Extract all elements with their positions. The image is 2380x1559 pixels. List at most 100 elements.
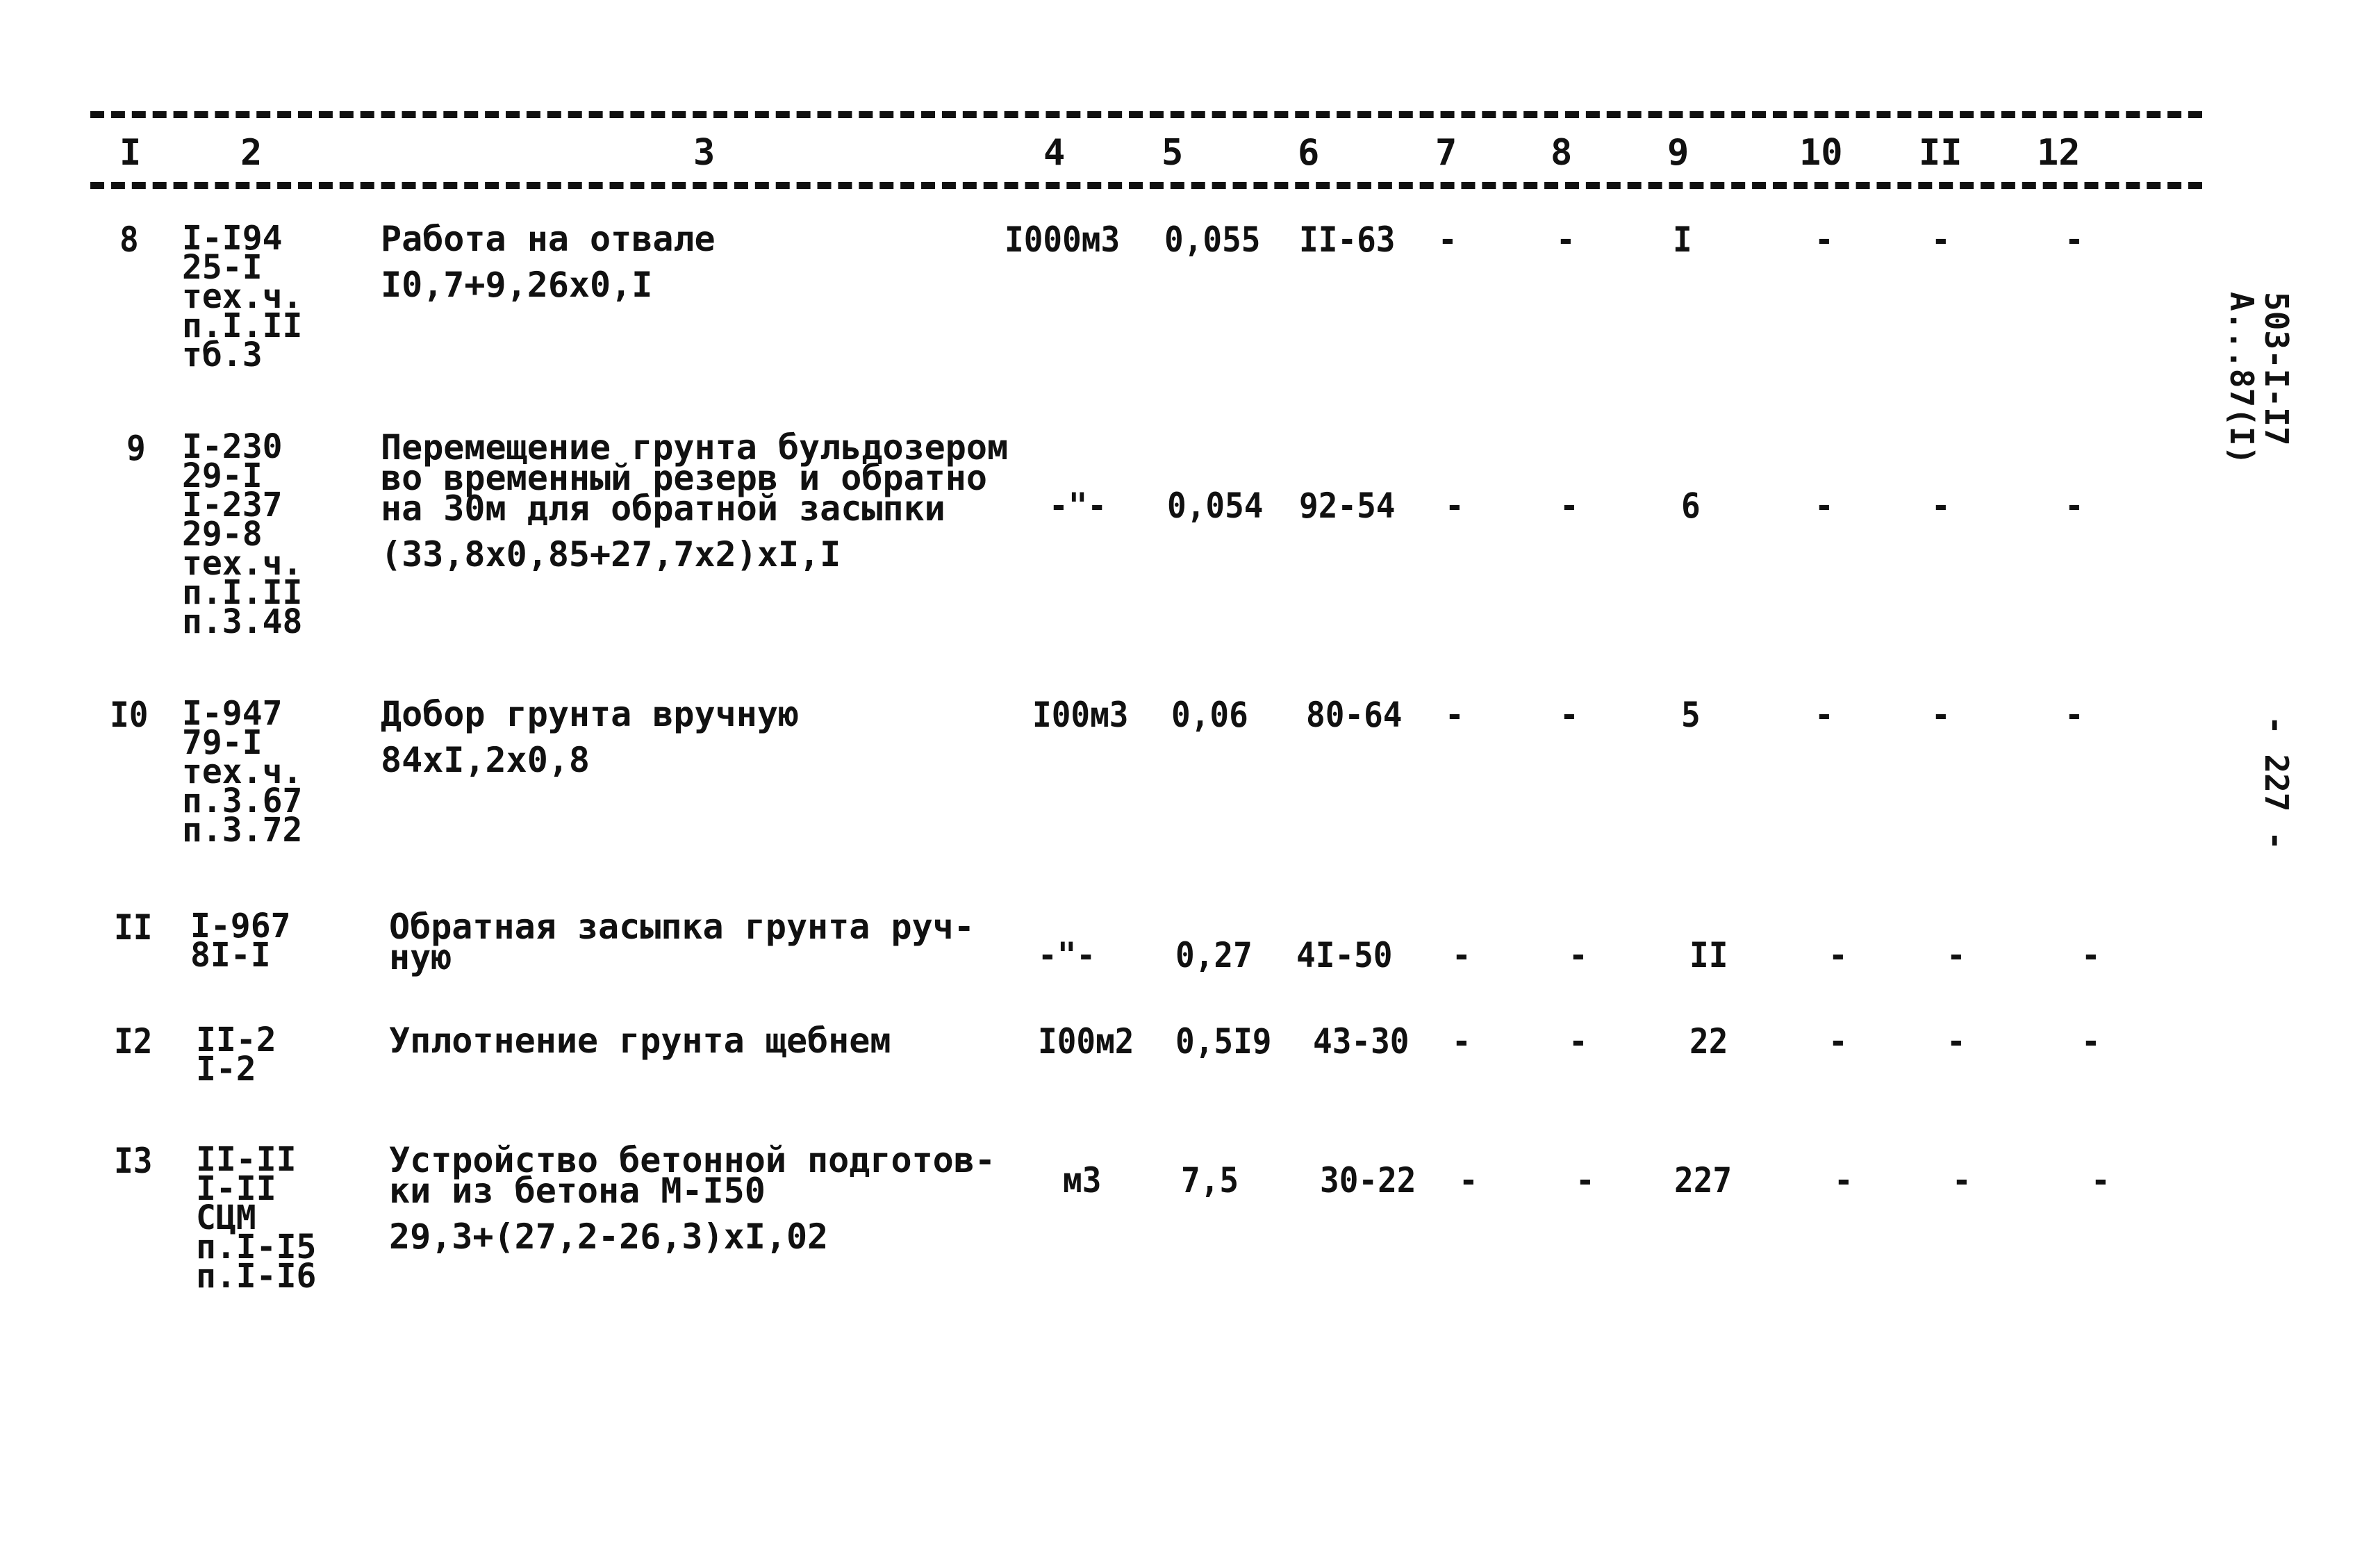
col7-cell: - bbox=[1445, 695, 1464, 735]
header-dashed-rule bbox=[90, 182, 2202, 189]
col10-cell: - bbox=[1828, 935, 1848, 975]
row-number: 9 bbox=[126, 428, 146, 468]
row-number: I3 bbox=[114, 1141, 153, 1181]
top-dashed-rule bbox=[90, 111, 2202, 118]
col12-cell: - bbox=[2081, 1021, 2101, 1062]
volume-formula: (33,8x0,85+27,7x2)xI,I bbox=[381, 534, 841, 575]
side-series-code: 503-I-I7 bbox=[2258, 292, 2295, 446]
col11-cell: - bbox=[1931, 220, 1951, 260]
col-header-5: 5 bbox=[1162, 132, 1184, 174]
col12-cell: - bbox=[2065, 695, 2084, 735]
page-number: - 227 - bbox=[2258, 716, 2295, 850]
description-line: на 30м для обратной засыпки bbox=[381, 488, 945, 529]
rate-cell: 80-64 bbox=[1306, 695, 1403, 735]
col11-cell: - bbox=[1947, 935, 1966, 975]
col12-cell: - bbox=[2065, 486, 2084, 526]
col-header-2: 2 bbox=[240, 132, 263, 174]
rate-cell: II-63 bbox=[1299, 220, 1396, 260]
col9-cell: 227 bbox=[1674, 1160, 1733, 1201]
col9-cell: II bbox=[1689, 935, 1728, 975]
row-description: Обратная засыпка грунта руч- ную bbox=[389, 907, 975, 975]
col12-cell: - bbox=[2081, 935, 2101, 975]
col8-cell: - bbox=[1560, 695, 1579, 735]
col7-cell: - bbox=[1452, 1021, 1471, 1062]
row-number: I0 bbox=[110, 695, 149, 735]
reference-line: п.I-I6 bbox=[196, 1257, 317, 1296]
col10-cell: - bbox=[1815, 486, 1834, 526]
quantity-cell: 0,06 bbox=[1171, 695, 1248, 735]
quantity-cell: 0,5I9 bbox=[1175, 1021, 1272, 1062]
col8-cell: - bbox=[1576, 1160, 1595, 1201]
unit-cell: -"- bbox=[1038, 935, 1096, 975]
row-references: I-947 79-I тех.ч. п.3.67 п.3.72 bbox=[182, 697, 303, 850]
row-description: Уплотнение грунта щебнем bbox=[389, 1021, 891, 1061]
col8-cell: - bbox=[1560, 486, 1579, 526]
col11-cell: - bbox=[1931, 695, 1951, 735]
description-line: Уплотнение грунта щебнем bbox=[389, 1021, 891, 1061]
volume-formula: I0,7+9,26x0,I bbox=[381, 265, 653, 305]
row-number: I2 bbox=[114, 1021, 153, 1062]
col-header-9: 9 bbox=[1667, 132, 1689, 174]
col-header-11: II bbox=[1919, 132, 1962, 174]
row-references: I-230 29-I I-237 29-8 тех.ч. п.I.II п.3.… bbox=[182, 430, 303, 641]
description-line: Добор грунта вручную bbox=[381, 694, 800, 734]
row-description: Добор грунта вручную 84xI,2x0,8 bbox=[381, 694, 800, 780]
unit-cell: I000м3 bbox=[1005, 220, 1121, 260]
row-description: Устройство бетонной подготов- ки из бето… bbox=[389, 1143, 995, 1257]
row-number: 8 bbox=[119, 220, 139, 260]
col7-cell: - bbox=[1459, 1160, 1478, 1201]
volume-formula: 29,3+(27,2-26,3)xI,02 bbox=[389, 1216, 829, 1257]
col11-cell: - bbox=[1931, 486, 1951, 526]
description-line: Обратная засыпка грунта руч- bbox=[389, 907, 975, 947]
col-header-6: 6 bbox=[1298, 132, 1320, 174]
volume-formula: 84xI,2x0,8 bbox=[381, 740, 590, 780]
row-description: Работа на отвале I0,7+9,26x0,I bbox=[381, 219, 716, 305]
col10-cell: - bbox=[1834, 1160, 1853, 1201]
col-header-7: 7 bbox=[1435, 132, 1457, 174]
rate-cell: 92-54 bbox=[1299, 486, 1396, 526]
quantity-cell: 7,5 bbox=[1181, 1160, 1239, 1201]
quantity-cell: 0,27 bbox=[1175, 935, 1253, 975]
col-header-3: 3 bbox=[693, 132, 716, 174]
row-number: II bbox=[114, 907, 153, 948]
col7-cell: - bbox=[1445, 486, 1464, 526]
unit-cell: -"- bbox=[1049, 486, 1107, 526]
reference-line: п.3.72 bbox=[182, 811, 303, 850]
col-header-4: 4 bbox=[1043, 132, 1066, 174]
rate-cell: 4I-50 bbox=[1296, 935, 1393, 975]
col12-cell: - bbox=[2091, 1160, 2110, 1201]
reference-line: п.3.48 bbox=[182, 602, 303, 641]
col10-cell: - bbox=[1828, 1021, 1848, 1062]
quantity-cell: 0,054 bbox=[1167, 486, 1264, 526]
col8-cell: - bbox=[1569, 935, 1588, 975]
col9-cell: 6 bbox=[1681, 486, 1701, 526]
unit-cell: м3 bbox=[1063, 1160, 1102, 1201]
row-description: Перемещение грунта бульдозером во времен… bbox=[381, 430, 1008, 575]
col8-cell: - bbox=[1569, 1021, 1588, 1062]
col7-cell: - bbox=[1452, 935, 1471, 975]
col11-cell: - bbox=[1952, 1160, 1972, 1201]
row-references: II-2 I-2 bbox=[196, 1023, 276, 1086]
rate-cell: 43-30 bbox=[1313, 1021, 1410, 1062]
col7-cell: - bbox=[1438, 220, 1457, 260]
row-references: I-967 8I-I bbox=[190, 909, 291, 972]
rate-cell: 30-22 bbox=[1320, 1160, 1416, 1201]
row-references: I-I94 25-I тех.ч. п.I.II тб.3 bbox=[182, 222, 302, 372]
unit-cell: I00м2 bbox=[1038, 1021, 1134, 1062]
unit-cell: I00м3 bbox=[1032, 695, 1129, 735]
col8-cell: - bbox=[1556, 220, 1576, 260]
col9-cell: 22 bbox=[1689, 1021, 1728, 1062]
col10-cell: - bbox=[1815, 695, 1834, 735]
col9-cell: 5 bbox=[1681, 695, 1701, 735]
col-header-1: I bbox=[119, 132, 142, 174]
col12-cell: - bbox=[2065, 220, 2084, 260]
row-references: II-II I-II СЦМ п.I-I5 п.I-I6 bbox=[196, 1143, 317, 1296]
col9-cell: I bbox=[1673, 220, 1692, 260]
description-line: Работа на отвале bbox=[381, 219, 716, 259]
quantity-cell: 0,055 bbox=[1164, 220, 1261, 260]
col-header-8: 8 bbox=[1551, 132, 1573, 174]
side-album-code: А...87(I) bbox=[2223, 292, 2261, 465]
col-header-12: 12 bbox=[2037, 132, 2081, 174]
col-header-10: 10 bbox=[1799, 132, 1843, 174]
col11-cell: - bbox=[1947, 1021, 1966, 1062]
